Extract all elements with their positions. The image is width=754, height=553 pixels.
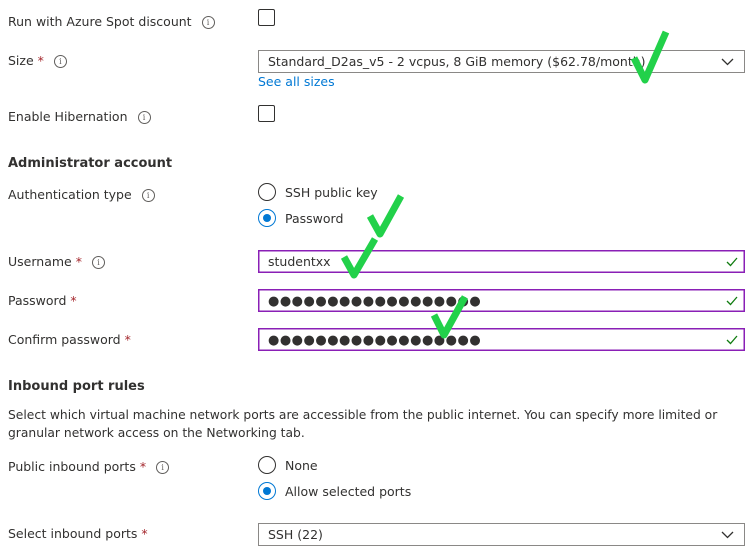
inbound-ports-dropdown[interactable]: SSH (22) (258, 523, 745, 546)
admin-account-heading: Administrator account (8, 156, 173, 171)
radio-button-selected[interactable] (258, 482, 276, 500)
auth-option-ssh[interactable]: SSH public key (258, 183, 378, 201)
info-icon[interactable]: i (201, 16, 215, 29)
username-label: Username * i (8, 254, 105, 270)
confirm-password-input[interactable]: ●●●●●●●●●●●●●●●●●● (258, 328, 745, 351)
info-icon[interactable]: i (91, 256, 105, 269)
public-option-allow-selected[interactable]: Allow selected ports (258, 482, 411, 500)
size-dropdown[interactable]: Standard_D2as_v5 - 2 vcpus, 8 GiB memory… (258, 50, 745, 73)
inbound-rules-heading: Inbound port rules (8, 379, 145, 394)
inbound-rules-description: Select which virtual machine network por… (8, 408, 718, 440)
radio-button[interactable] (258, 456, 276, 474)
hibernation-label: Enable Hibernation i (8, 109, 151, 125)
public-option-none[interactable]: None (258, 456, 318, 474)
password-label: Password * (8, 293, 77, 308)
auth-option-password[interactable]: Password (258, 209, 343, 227)
annotation-checkmark-icon (340, 237, 379, 279)
valid-check-icon (726, 251, 738, 272)
chevron-down-icon (721, 524, 734, 545)
username-input[interactable]: studentxx (258, 250, 745, 273)
see-all-sizes-link[interactable]: See all sizes (258, 74, 335, 90)
info-icon[interactable]: i (156, 461, 170, 474)
annotation-checkmark-icon (630, 30, 670, 84)
info-icon[interactable]: i (53, 55, 67, 68)
chevron-down-icon (721, 51, 734, 72)
radio-button-selected[interactable] (258, 209, 276, 227)
valid-check-icon (726, 329, 738, 350)
radio-button[interactable] (258, 183, 276, 201)
annotation-checkmark-icon (430, 295, 469, 339)
size-label: Size * i (8, 53, 67, 69)
confirm-password-label: Confirm password * (8, 332, 131, 347)
valid-check-icon (726, 290, 738, 311)
info-icon[interactable]: i (137, 111, 151, 124)
spot-discount-label: Run with Azure Spot discount i (8, 14, 215, 30)
auth-type-label: Authentication type i (8, 187, 155, 203)
hibernation-checkbox[interactable] (258, 105, 275, 122)
spot-discount-checkbox[interactable] (258, 9, 275, 26)
select-inbound-label: Select inbound ports * (8, 526, 148, 541)
public-inbound-label: Public inbound ports * i (8, 459, 170, 475)
password-input[interactable]: ●●●●●●●●●●●●●●●●●● (258, 289, 745, 312)
info-icon[interactable]: i (141, 189, 155, 202)
